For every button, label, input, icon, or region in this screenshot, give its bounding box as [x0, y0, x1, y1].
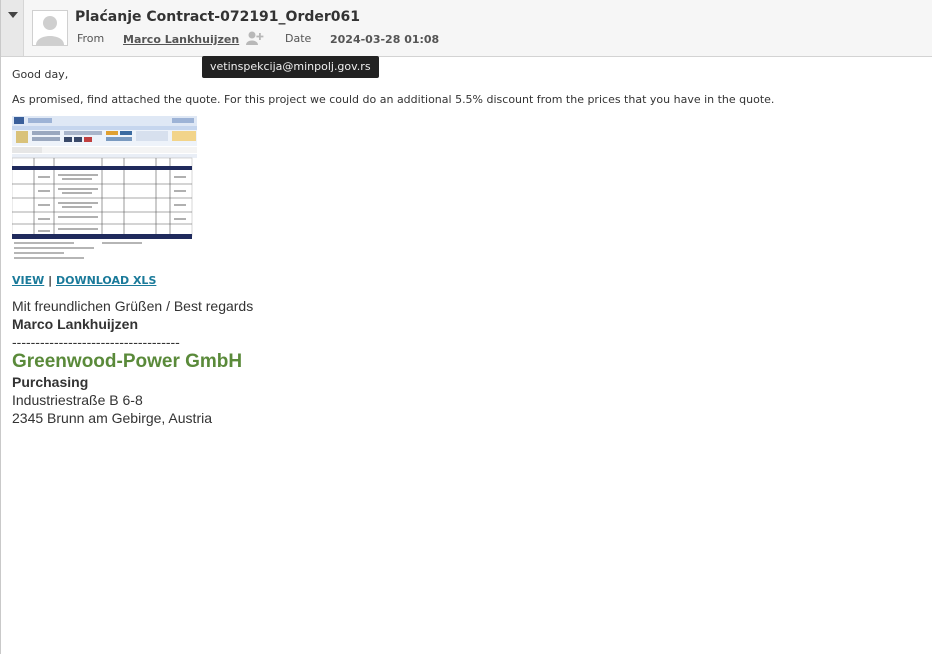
attachment-thumbnail[interactable] — [12, 116, 197, 264]
signature-city: 2345 Brunn am Gebirge, Austria — [12, 410, 213, 426]
chevron-down-icon — [8, 12, 18, 18]
user-avatar-icon — [36, 16, 64, 45]
attachment-links: VIEW | DOWNLOAD XLS — [12, 274, 156, 287]
view-attachment-link[interactable]: VIEW — [12, 274, 44, 287]
signature-divider: ------------------------------------ — [12, 334, 180, 350]
download-xls-link[interactable]: DOWNLOAD XLS — [56, 274, 156, 287]
avatar — [32, 10, 68, 46]
date-label: Date — [285, 32, 312, 45]
sender-name-link[interactable]: Marco Lankhuijzen — [123, 33, 239, 46]
date-value: 2024-03-28 01:08 — [330, 33, 440, 46]
signature-regards: Mit freundlichen Grüßen / Best regards — [12, 298, 254, 314]
email-subject: Plaćanje Contract-072191_Order061 — [75, 9, 360, 25]
spreadsheet-preview-image — [12, 116, 197, 264]
from-label: From — [77, 32, 105, 45]
signature-department: Purchasing — [12, 374, 89, 390]
signature-company: Greenwood-Power GmbH — [12, 351, 243, 372]
collapse-toggle[interactable] — [1, 0, 24, 56]
greeting-text: Good day, — [12, 68, 69, 81]
sender-address-tooltip: vetinspekcija@minpolj.gov.rs — [202, 56, 379, 78]
link-separator: | — [48, 274, 53, 287]
message-text: As promised, find attached the quote. Fo… — [12, 93, 775, 106]
email-header: Plaćanje Contract-072191_Order061 From M… — [1, 0, 932, 57]
signature-street: Industriestraße B 6-8 — [12, 392, 143, 408]
signature-name: Marco Lankhuijzen — [12, 316, 139, 332]
add-contact-icon[interactable] — [246, 30, 264, 46]
